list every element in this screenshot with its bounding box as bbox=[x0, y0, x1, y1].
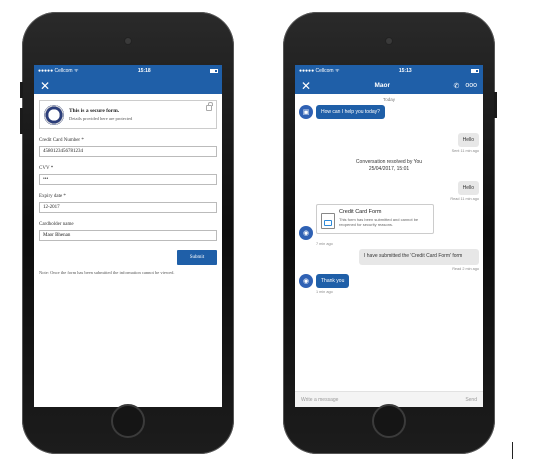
battery-icon bbox=[210, 69, 218, 73]
submit-button[interactable]: Submit bbox=[177, 250, 217, 265]
message-meta: Sent 11 min ago bbox=[451, 149, 479, 153]
status-icons bbox=[471, 69, 479, 73]
left-screen: ●●●●● Cellcom ᯤ 15:18 ✕ This is a secure… bbox=[34, 65, 222, 407]
agent-message: ▣ How can I help you today? bbox=[299, 105, 479, 119]
secure-subtitle: Details provided here are protected bbox=[69, 116, 133, 121]
front-camera bbox=[125, 38, 131, 44]
secure-title: This is a secure form. bbox=[69, 108, 120, 114]
user-message: I have submitted the 'Credit Card Form' … bbox=[299, 249, 479, 265]
user-message: Hello bbox=[299, 133, 479, 147]
card-description: This form has been submitted and cannot … bbox=[339, 217, 419, 228]
expiry-label: Expiry date * bbox=[39, 194, 66, 199]
brand-avatar-icon: ▣ bbox=[299, 105, 313, 119]
user-avatar-icon: ◉ bbox=[299, 226, 313, 240]
chat-title: Maor bbox=[374, 82, 391, 89]
resolved-notice: Conversation resolved by You 25/04/2017,… bbox=[299, 159, 479, 173]
message-input[interactable]: Write a message bbox=[301, 397, 338, 403]
user-avatar-icon: ◉ bbox=[299, 273, 313, 288]
lock-icon bbox=[206, 102, 213, 111]
home-button[interactable] bbox=[372, 404, 406, 438]
secure-form-banner: This is a secure form. Details provided … bbox=[39, 100, 217, 129]
day-divider: Today bbox=[382, 97, 395, 102]
chat-thread: Today ▣ How can I help you today? Hello … bbox=[295, 94, 483, 300]
resolved-date: 25/04/2017, 15:01 bbox=[368, 166, 410, 172]
form-note: Note: Once the form has been submitted t… bbox=[39, 270, 175, 275]
close-icon[interactable]: ✕ bbox=[40, 80, 50, 92]
security-seal-icon bbox=[44, 104, 64, 125]
chat-topbar: ✕ Maor ✆ ooo bbox=[295, 77, 483, 94]
credit-card-form: This is a secure form. Details provided … bbox=[34, 94, 222, 283]
user-message: Hello bbox=[299, 181, 479, 195]
status-bar: ●●●●● Cellcom ᯤ 15:13 bbox=[295, 65, 483, 77]
cardholder-label: Cardholder name bbox=[39, 222, 74, 227]
text-cursor bbox=[512, 442, 513, 459]
left-phone: ●●●●● Cellcom ᯤ 15:18 ✕ This is a secure… bbox=[20, 12, 234, 454]
right-screen: ●●●●● Cellcom ᯤ 15:13 ✕ Maor ✆ ooo Today… bbox=[295, 65, 483, 407]
message-meta: 7 min ago bbox=[316, 242, 333, 246]
status-icons bbox=[210, 69, 218, 73]
battery-icon bbox=[471, 69, 479, 73]
expiry-field[interactable]: 12-2017 bbox=[39, 202, 217, 213]
cardholder-field[interactable]: Maor Bhenan bbox=[39, 230, 217, 241]
message-meta: 1 min ago bbox=[316, 289, 333, 294]
carrier-label: ●●●●● Cellcom ᯤ bbox=[38, 68, 79, 74]
more-options-icon[interactable]: ooo bbox=[465, 82, 477, 89]
power-button bbox=[494, 92, 497, 118]
home-button[interactable] bbox=[111, 404, 145, 438]
form-topbar: ✕ bbox=[34, 77, 222, 94]
agent-bubble: Thank you bbox=[316, 273, 350, 288]
agent-bubble: How can I help you today? bbox=[316, 105, 385, 119]
right-phone: ●●●●● Cellcom ᯤ 15:13 ✕ Maor ✆ ooo Today… bbox=[283, 12, 497, 454]
card-title: Credit Card Form bbox=[339, 209, 382, 215]
card-number-field[interactable]: 4580123456781234 bbox=[39, 146, 217, 157]
phone-icon[interactable]: ✆ bbox=[453, 82, 459, 90]
form-document-icon bbox=[321, 213, 335, 229]
status-bar: ●●●●● Cellcom ᯤ 15:18 bbox=[34, 65, 222, 77]
user-bubble: I have submitted the 'Credit Card Form' … bbox=[359, 249, 479, 265]
front-camera bbox=[386, 38, 392, 44]
card-number-label: Credit Card Number * bbox=[39, 138, 84, 143]
close-icon[interactable]: ✕ bbox=[301, 80, 311, 92]
volume-up-button bbox=[20, 108, 23, 134]
message-meta: Read 2 min ago bbox=[452, 266, 479, 271]
send-button[interactable]: Send bbox=[465, 397, 477, 403]
cvv-label: CVV * bbox=[39, 166, 54, 171]
credit-card-form-card[interactable]: Credit Card Form This form has been subm… bbox=[316, 204, 434, 234]
clock: 15:18 bbox=[137, 68, 151, 74]
resolved-line: Conversation resolved by You bbox=[355, 159, 423, 165]
cvv-field[interactable]: ••• bbox=[39, 174, 217, 185]
message-meta: Read 11 min ago bbox=[450, 197, 479, 201]
mute-switch bbox=[20, 82, 23, 98]
carrier-label: ●●●●● Cellcom ᯤ bbox=[299, 68, 340, 74]
user-bubble: Hello bbox=[457, 181, 479, 195]
agent-message: ◉ Thank you bbox=[299, 273, 479, 288]
form-card-message: ◉ Credit Card Form This form has been su… bbox=[299, 204, 479, 240]
user-bubble: Hello bbox=[457, 133, 479, 147]
clock: 15:13 bbox=[398, 68, 412, 74]
